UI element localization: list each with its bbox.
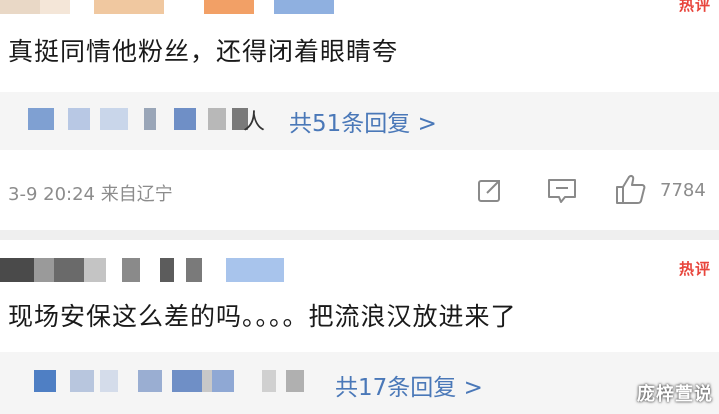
comment2-username-blurred[interactable] — [0, 258, 284, 282]
hot-comment-badge: 热评 — [678, 260, 711, 278]
like-icon[interactable] — [614, 172, 648, 210]
like-count: 7784 — [660, 180, 706, 201]
hot-comment-badge: 热评 — [678, 0, 711, 14]
reply-usernames-blurred — [28, 108, 248, 130]
comment-divider — [0, 230, 719, 240]
comment1-text: 真挺同情他粉丝，还得闭着眼睛夸 — [8, 37, 399, 66]
comment1-timestamp-location: 3-9 20:24 来自辽宁 — [8, 184, 173, 205]
comment2-reply-preview[interactable]: 共17条回复 > — [0, 352, 719, 414]
comment1-reply-count-link[interactable]: 共51条回复 > — [289, 104, 437, 138]
reply-usernames-blurred — [34, 370, 304, 392]
comment1-reply-preview[interactable]: 人 共51条回复 > — [0, 92, 719, 150]
comment2-reply-count-link[interactable]: 共17条回复 > — [335, 368, 483, 402]
forward-icon[interactable] — [476, 176, 504, 208]
comment2-text: 现场安保这么差的吗。。。。把流浪汉放进来了 — [8, 302, 517, 331]
reply-username-suffix: 人 — [243, 110, 266, 135]
comment1-username-blurred[interactable] — [0, 0, 334, 14]
watermark: 庞梓萱说 — [637, 384, 713, 405]
comment-icon[interactable] — [546, 176, 578, 210]
